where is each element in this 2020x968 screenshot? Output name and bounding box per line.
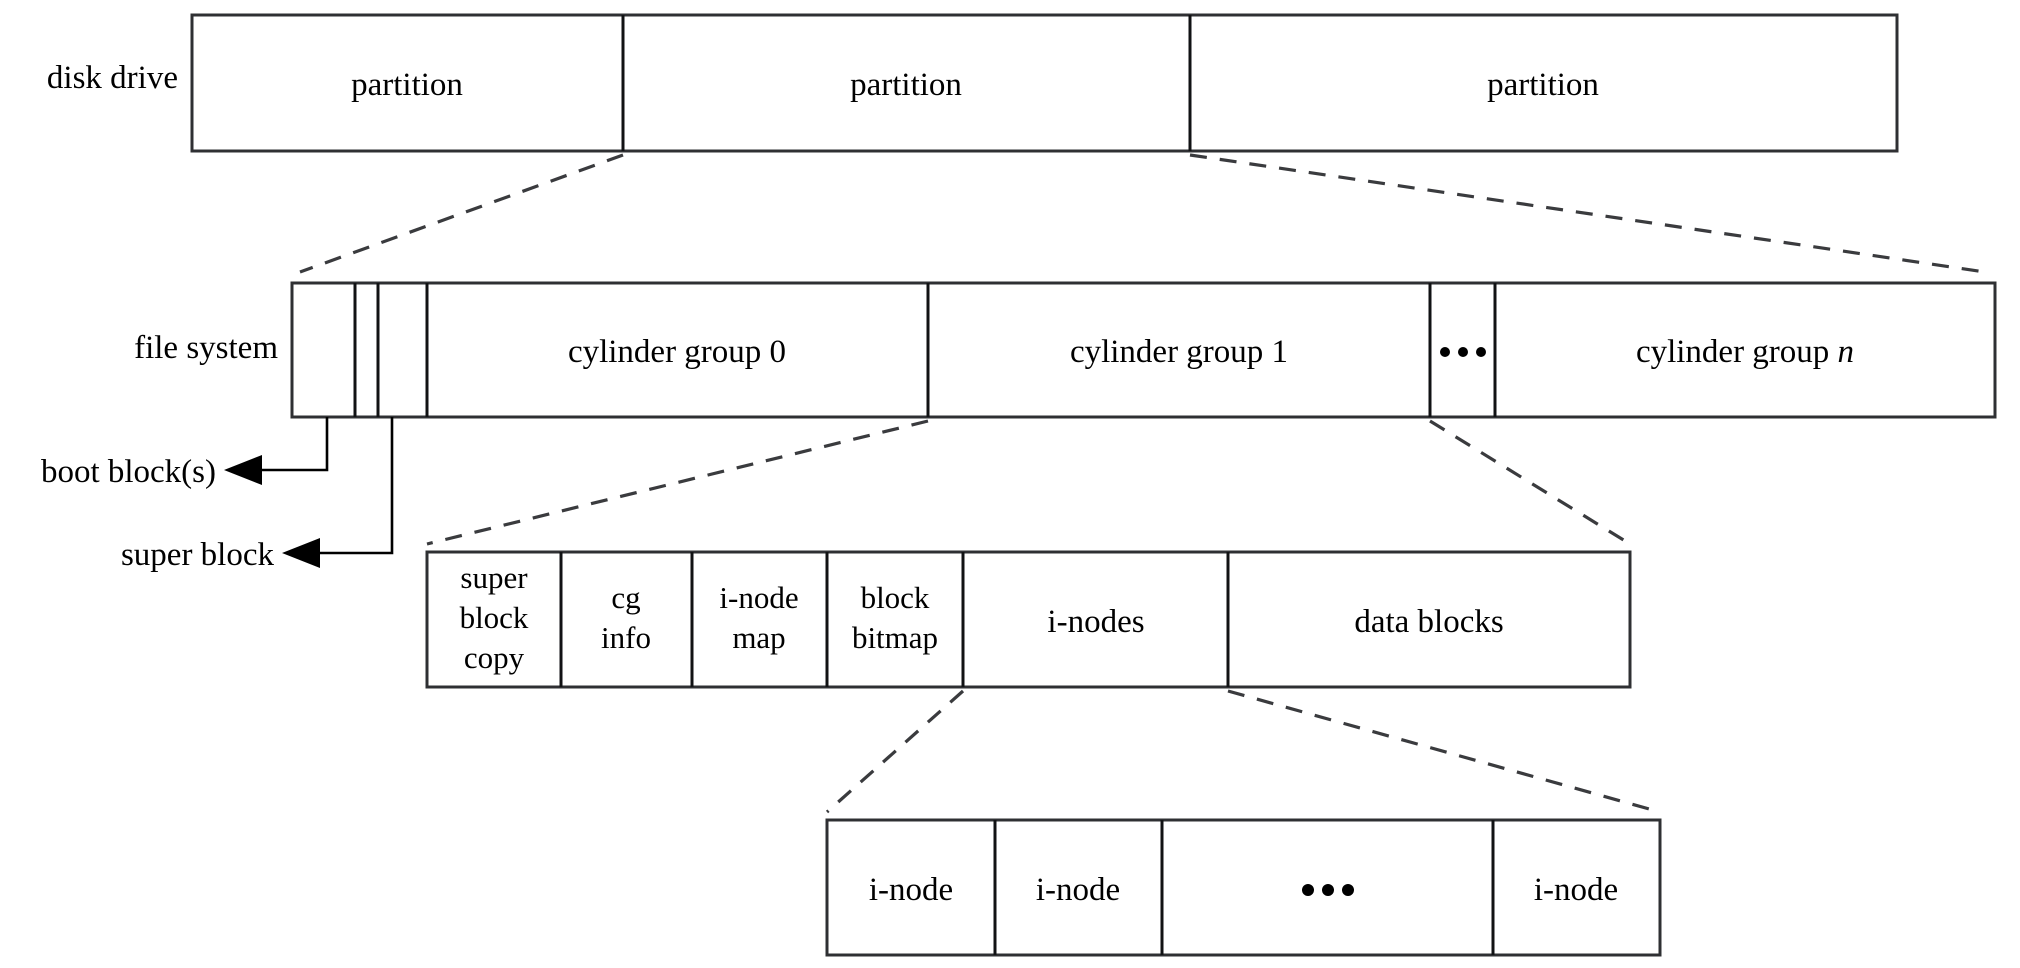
cylinder-group-n-cell: cylinder group n <box>1636 334 1854 370</box>
dashed-connector-right-inodes <box>1227 689 1661 814</box>
connector-group-cg-to-detail <box>426 419 1631 546</box>
dashed-connector-left-cg <box>426 419 929 546</box>
inode-ellipsis-dot-2 <box>1322 884 1334 896</box>
dashed-connector-left-partition <box>299 153 624 274</box>
cylinder-group-n-variable: n <box>1838 334 1855 370</box>
dashed-connector-left-inodes <box>825 689 965 814</box>
ellipsis-dot-3 <box>1476 347 1486 357</box>
filesystem-structure-diagram: disk drive partition partition partition… <box>0 0 2020 968</box>
boot-block-leader-line <box>262 417 329 472</box>
super-block-copy-line-1: super <box>460 560 528 595</box>
inode-map-line-2: map <box>732 620 785 655</box>
inode-cell-2: i-node <box>1036 872 1120 908</box>
callout-boot-block: boot block(s) <box>41 417 329 490</box>
super-block-callout-label: super block <box>121 537 275 573</box>
disk-drive-row: disk drive partition partition partition <box>47 13 1899 153</box>
file-system-row-label: file system <box>134 330 278 366</box>
boot-block-callout-label: boot block(s) <box>41 454 216 490</box>
connector-group-partition-to-filesystem <box>299 153 1986 274</box>
super-block-copy-line-2: block <box>460 600 529 635</box>
super-block-copy-cell: super block copy <box>460 560 529 675</box>
block-bitmap-line-2: bitmap <box>852 620 938 655</box>
file-system-row: file system cylinder group 0 cylinder gr… <box>134 281 1997 419</box>
partition-cell-1: partition <box>351 67 463 103</box>
inode-ellipsis-dot-3 <box>1342 884 1354 896</box>
inode-cell-last: i-node <box>1534 872 1618 908</box>
inode-ellipsis-dot-1 <box>1302 884 1314 896</box>
inode-cell-1: i-node <box>869 872 953 908</box>
ellipsis-dot-1 <box>1440 347 1450 357</box>
cylinder-group-0-cell: cylinder group 0 <box>568 334 786 370</box>
block-bitmap-line-1: block <box>861 580 930 615</box>
cylinder-group-1-cell: cylinder group 1 <box>1070 334 1288 370</box>
dashed-connector-right-cg <box>1429 419 1631 546</box>
inode-list-row: i-node i-node i-node <box>825 818 1662 957</box>
partition-cell-2: partition <box>850 67 962 103</box>
disk-drive-row-label: disk drive <box>47 60 178 96</box>
inode-map-line-1: i-node <box>719 580 798 615</box>
dashed-connector-right-partition <box>1189 153 1986 274</box>
file-system-ellipsis-cell <box>1440 347 1486 357</box>
inodes-cell: i-nodes <box>1047 604 1144 640</box>
boot-block-arrowhead <box>224 455 262 485</box>
super-block-arrowhead <box>282 538 320 568</box>
super-block-leader-line <box>320 417 394 555</box>
ellipsis-dot-2 <box>1458 347 1468 357</box>
inode-list-ellipsis-cell <box>1302 884 1354 896</box>
cylinder-group-detail-row: super block copy cg info i-node map bloc… <box>425 550 1632 689</box>
connector-group-inodes-to-list <box>825 689 1661 814</box>
data-blocks-cell: data blocks <box>1354 604 1503 640</box>
diagram-canvas: disk drive partition partition partition… <box>41 13 1997 957</box>
partition-cell-3: partition <box>1487 67 1599 103</box>
cg-info-line-1: cg <box>611 580 640 615</box>
callout-super-block: super block <box>121 417 394 573</box>
super-block-copy-line-3: copy <box>464 640 525 675</box>
cylinder-group-n-text: cylinder group <box>1636 334 1838 370</box>
cg-info-line-2: info <box>601 620 651 655</box>
